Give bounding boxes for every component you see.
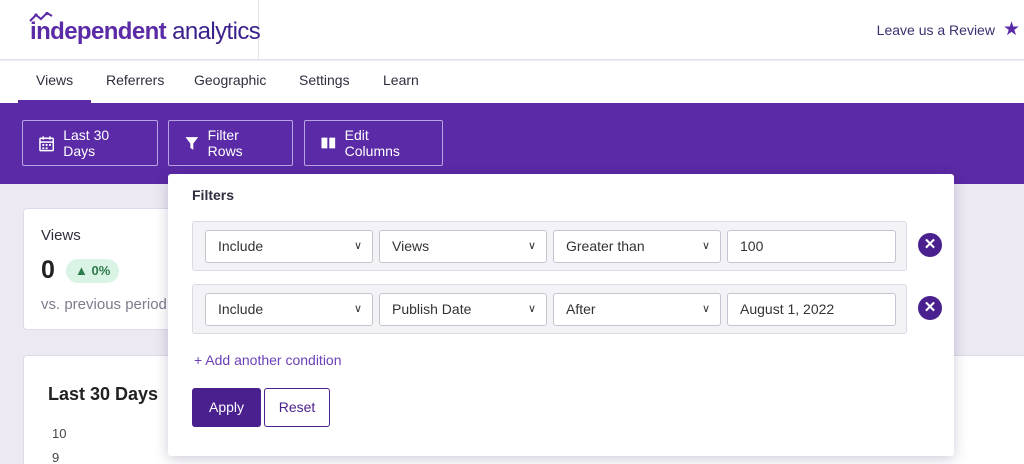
y-tick-label: 9	[52, 450, 60, 464]
chevron-down-icon: ∨	[527, 240, 536, 252]
column-select[interactable]: Publish Date ∨	[379, 293, 547, 326]
chevron-down-icon: ∨	[353, 303, 362, 315]
column-select[interactable]: Views ∨	[379, 230, 547, 263]
column-value: Publish Date	[392, 301, 472, 317]
chart-title: Last 30 Days	[48, 384, 159, 404]
main-tabs: Views Referrers Geographic Settings Lear…	[0, 61, 1024, 103]
remove-condition-icon[interactable]: ✕	[918, 233, 942, 257]
date-range-label: Last 30 Days	[63, 127, 110, 159]
y-tick-label: 10	[52, 426, 67, 441]
change-badge: ▲ 0%	[66, 259, 120, 283]
comparison-text: vs. previous period	[41, 296, 167, 313]
filters-title: Filters	[192, 187, 235, 203]
views-summary-card: Views 0 ▲ 0% vs. previous period	[23, 208, 183, 330]
tab-referrers[interactable]: Referrers	[88, 61, 182, 103]
remove-condition-icon[interactable]: ✕	[918, 296, 942, 320]
filter-rows-label: Filter Rows	[207, 127, 243, 159]
filter-condition-row: Include ∨ Views ∨ Greater than ∨ 100	[192, 221, 907, 271]
leave-review-link[interactable]: Leave us a Review ★	[877, 20, 1020, 39]
top-header: independent analytics Leave us a Review …	[0, 0, 1024, 60]
tab-settings[interactable]: Settings	[281, 61, 368, 103]
edit-columns-button[interactable]: Edit Columns	[304, 120, 443, 166]
reset-button[interactable]: Reset	[264, 388, 330, 427]
operator-select[interactable]: Greater than ∨	[553, 230, 721, 263]
review-label: Leave us a Review	[876, 21, 995, 38]
chevron-down-icon: ∨	[353, 240, 362, 252]
views-card-value: 0	[41, 256, 55, 284]
columns-icon	[321, 137, 336, 149]
filters-popup: Filters Include ∨ Views ∨ Greater than ∨…	[168, 174, 954, 456]
logo-bold-text: independent	[30, 18, 167, 45]
chevron-down-icon: ∨	[527, 303, 536, 315]
inclusion-value: Include	[218, 238, 264, 254]
operator-select[interactable]: After ∨	[553, 293, 721, 326]
apply-button[interactable]: Apply	[192, 388, 261, 427]
views-card-label: Views	[41, 227, 81, 244]
inclusion-select[interactable]: Include ∨	[205, 293, 373, 326]
date-range-button[interactable]: Last 30 Days	[22, 120, 158, 166]
column-value: Views	[392, 238, 430, 254]
tab-views[interactable]: Views	[18, 61, 92, 103]
inclusion-select[interactable]: Include ∨	[205, 230, 373, 263]
filter-condition-row: Include ∨ Publish Date ∨ After ∨ August …	[192, 284, 907, 334]
report-toolbar: Last 30 Days Filter Rows Edit Columns	[0, 103, 1024, 184]
funnel-icon	[185, 136, 199, 150]
operator-value: Greater than	[566, 238, 645, 254]
value-input[interactable]: August 1, 2022	[727, 293, 896, 326]
logo-area: independent analytics	[0, 0, 261, 60]
tab-geographic[interactable]: Geographic	[176, 61, 284, 103]
filter-rows-button[interactable]: Filter Rows	[168, 120, 293, 166]
chevron-down-icon: ∨	[701, 303, 710, 315]
tab-learn[interactable]: Learn	[365, 61, 437, 103]
inclusion-value: Include	[218, 301, 264, 317]
star-icon: ★	[1002, 19, 1020, 40]
logo-light-text: analytics	[166, 18, 261, 45]
add-condition-link[interactable]: + Add another condition	[194, 352, 342, 368]
chevron-down-icon: ∨	[701, 240, 710, 252]
edit-columns-label: Edit Columns	[344, 127, 400, 159]
value-input[interactable]: 100	[727, 230, 896, 263]
calendar-icon	[39, 135, 55, 151]
operator-value: After	[566, 301, 596, 317]
app-logo[interactable]: independent analytics	[30, 18, 261, 46]
